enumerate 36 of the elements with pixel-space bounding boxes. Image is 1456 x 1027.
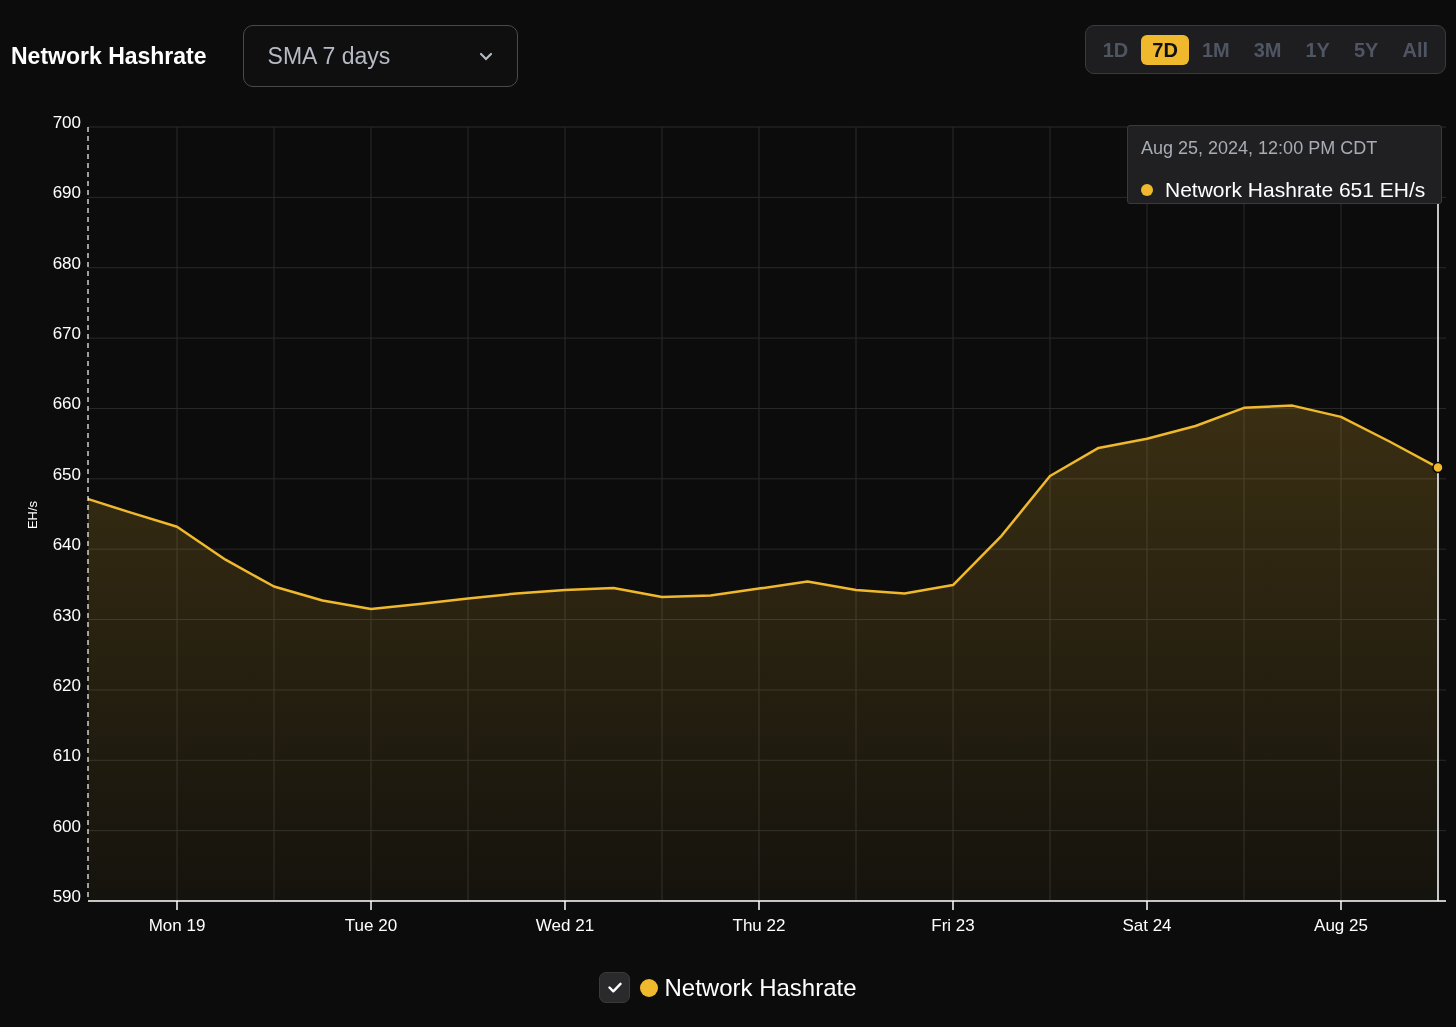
- x-tick-label: Mon 19: [148, 916, 206, 935]
- range-tab[interactable]: 1Y: [1294, 34, 1341, 65]
- tooltip-value: Network Hashrate 651 EH/s: [1165, 177, 1426, 203]
- y-tick-label: 660: [52, 394, 81, 414]
- y-tick-label: 650: [52, 464, 81, 484]
- average-dropdown[interactable]: SMA 7 days: [242, 25, 518, 87]
- x-tick-label: Fri 23: [931, 916, 975, 935]
- y-tick-label: 690: [52, 183, 81, 203]
- range-tab[interactable]: 7D: [1141, 34, 1189, 65]
- tooltip-time: Aug 25, 2024, 12:00 PM CDT: [1141, 137, 1379, 160]
- x-tick-label: Tue 20: [344, 916, 398, 935]
- y-axis-title: EH/s: [25, 500, 40, 530]
- y-tick-label: 620: [52, 675, 81, 695]
- x-tick-label: Aug 25: [1314, 916, 1368, 935]
- range-tab[interactable]: 5Y: [1342, 34, 1390, 65]
- chevron-down-icon: [478, 51, 493, 61]
- range-tab[interactable]: 3M: [1242, 34, 1293, 65]
- range-tab[interactable]: 1D: [1091, 34, 1140, 65]
- y-tick-label: 590: [52, 887, 81, 906]
- y-tick-label: 600: [52, 816, 81, 836]
- chart-title: Network Hashrate: [11, 41, 207, 71]
- y-tick-label: 670: [52, 324, 81, 344]
- checkmark-icon: [607, 982, 622, 993]
- x-tick-label: Wed 21: [535, 916, 595, 935]
- legend-label: Network Hashrate: [664, 972, 857, 1003]
- hover-point: [1432, 461, 1444, 474]
- x-tick-label: Thu 22: [732, 916, 786, 935]
- y-tick-label: 700: [52, 113, 81, 132]
- y-tick-label: 610: [52, 746, 81, 766]
- y-tick-label: 630: [52, 605, 81, 625]
- range-tab[interactable]: 1M: [1190, 34, 1241, 65]
- y-tick-label: 640: [52, 535, 81, 555]
- y-tick-label: 680: [52, 253, 81, 273]
- legend-checkbox[interactable]: [599, 972, 631, 1003]
- x-tick-label: Sat 24: [1122, 916, 1172, 935]
- range-tab[interactable]: All: [1391, 34, 1439, 65]
